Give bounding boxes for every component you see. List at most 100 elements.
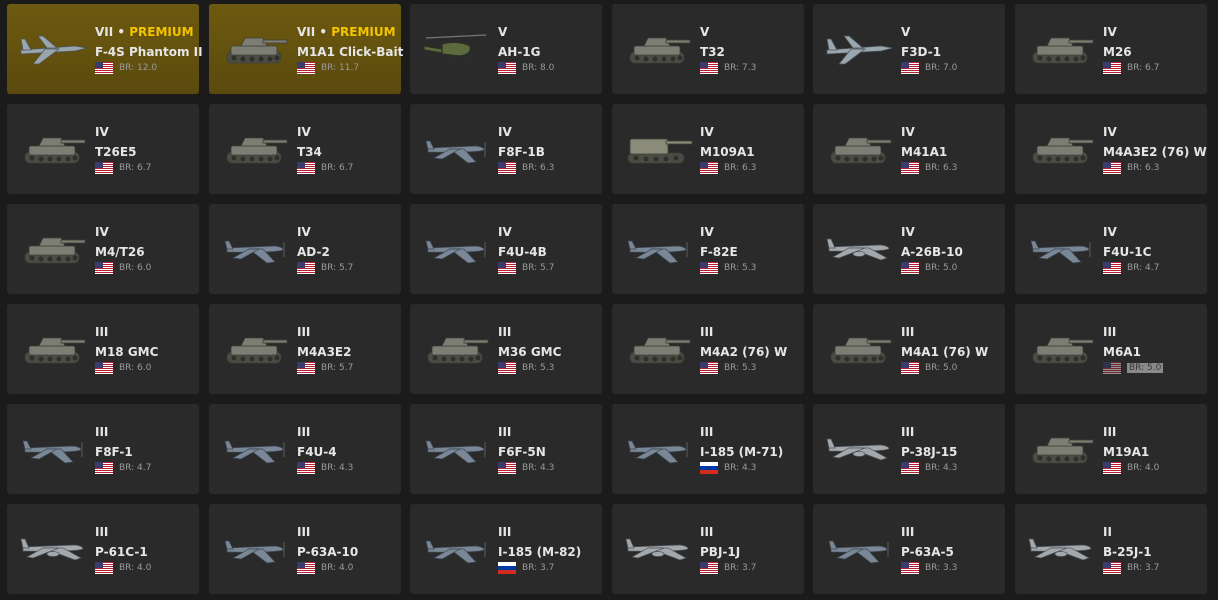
battle-rating: BR: 7.0: [925, 63, 958, 73]
vehicle-card[interactable]: IV F4U-1C BR: 4.7: [1015, 204, 1207, 294]
battle-rating: BR: 6.7: [1127, 63, 1160, 73]
vehicle-card[interactable]: IV M41A1 BR: 6.3: [813, 104, 1005, 194]
vehicle-card[interactable]: III M4A3E2 BR: 5.7: [209, 304, 401, 394]
vehicle-card[interactable]: III I-185 (M-82) BR: 3.7: [410, 504, 602, 594]
prop-aircraft-icon: [219, 426, 291, 470]
vehicle-card[interactable]: IV AD-2 BR: 5.7: [209, 204, 401, 294]
vehicle-meta: BR: 6.3: [498, 162, 554, 174]
vehicle-rank: III: [498, 525, 512, 539]
vehicle-meta: BR: 4.3: [700, 462, 756, 474]
vehicle-rank: III: [901, 325, 915, 339]
vehicle-card[interactable]: III M36 GMC BR: 5.3: [410, 304, 602, 394]
vehicle-rank: IV: [95, 225, 109, 239]
vehicle-rank: III: [700, 325, 714, 339]
vehicle-card[interactable]: V F3D-1 BR: 7.0: [813, 4, 1005, 94]
vehicle-card[interactable]: IV M109A1 BR: 6.3: [612, 104, 804, 194]
vehicle-card[interactable]: V T32 BR: 7.3: [612, 4, 804, 94]
battle-rating: BR: 6.3: [724, 163, 757, 173]
vehicle-card[interactable]: III I-185 (M-71) BR: 4.3: [612, 404, 804, 494]
vehicle-card[interactable]: III P-61C-1 BR: 4.0: [7, 504, 199, 594]
battle-rating: BR: 3.7: [1127, 563, 1160, 573]
battle-rating: BR: 5.7: [522, 263, 555, 273]
helicopter-icon: [420, 26, 492, 70]
usa-flag-icon: [1103, 162, 1121, 174]
vehicle-card[interactable]: III F4U-4 BR: 4.3: [209, 404, 401, 494]
vehicle-card[interactable]: IV T26E5 BR: 6.7: [7, 104, 199, 194]
vehicle-card[interactable]: IV T34 BR: 6.7: [209, 104, 401, 194]
vehicle-meta: BR: 4.0: [1103, 462, 1159, 474]
vehicle-rank: V: [700, 25, 710, 39]
tank-icon: [17, 126, 89, 170]
ussr-flag-icon: [700, 462, 718, 474]
prop-aircraft-icon: [622, 226, 694, 270]
prop-aircraft-icon: [823, 526, 895, 570]
vehicle-meta: BR: 8.0: [498, 62, 554, 74]
usa-flag-icon: [297, 462, 315, 474]
vehicle-rank: III: [901, 425, 915, 439]
battle-rating: BR: 3.7: [724, 563, 757, 573]
usa-flag-icon: [901, 262, 919, 274]
vehicle-card[interactable]: VII • PREMIUM F-4S Phantom II BR: 12.0: [7, 4, 203, 94]
vehicle-name: P-63A-5: [901, 545, 954, 559]
vehicle-card[interactable]: III M4A2 (76) W BR: 5.3: [612, 304, 804, 394]
vehicle-card[interactable]: IV M26 BR: 6.7: [1015, 4, 1207, 94]
usa-flag-icon: [1103, 562, 1121, 574]
vehicle-rank: III: [297, 325, 311, 339]
usa-flag-icon: [1103, 62, 1121, 74]
vehicle-meta: BR: 4.0: [297, 562, 353, 574]
vehicle-name: M4A1 (76) W: [901, 345, 989, 359]
tank-icon: [17, 226, 89, 270]
vehicle-card[interactable]: III PBJ-1J BR: 3.7: [612, 504, 804, 594]
usa-flag-icon: [297, 162, 315, 174]
vehicle-card[interactable]: IV F4U-4B BR: 5.7: [410, 204, 602, 294]
usa-flag-icon: [95, 62, 113, 74]
vehicle-meta: BR: 4.0: [95, 562, 151, 574]
vehicle-name: A-26B-10: [901, 245, 963, 259]
bomber-aircraft-icon: [823, 426, 895, 470]
vehicle-card[interactable]: IV M4/T26 BR: 6.0: [7, 204, 199, 294]
prop-aircraft-icon: [1025, 226, 1097, 270]
vehicle-card[interactable]: IV F8F-1B BR: 6.3: [410, 104, 602, 194]
vehicle-name: M4A3E2: [297, 345, 352, 359]
vehicle-rank: III: [95, 525, 109, 539]
vehicle-card[interactable]: III F8F-1 BR: 4.7: [7, 404, 199, 494]
usa-flag-icon: [95, 162, 113, 174]
battle-rating: BR: 7.3: [724, 63, 757, 73]
premium-label: PREMIUM: [129, 25, 194, 39]
vehicle-card[interactable]: III M6A1 BR: 5.0: [1015, 304, 1207, 394]
vehicle-card[interactable]: IV M4A3E2 (76) W BR: 6.3: [1015, 104, 1207, 194]
battle-rating: BR: 4.3: [522, 463, 555, 473]
vehicle-meta: BR: 3.3: [901, 562, 957, 574]
tank-icon: [219, 326, 291, 370]
vehicle-rank: III: [700, 425, 714, 439]
battle-rating: BR: 5.7: [321, 263, 354, 273]
battle-rating: BR: 6.3: [925, 163, 958, 173]
vehicle-rank: III: [700, 525, 714, 539]
vehicle-meta: BR: 5.3: [700, 262, 756, 274]
battle-rating: BR: 5.0: [1127, 363, 1164, 373]
vehicle-rank: III: [297, 525, 311, 539]
usa-flag-icon: [297, 262, 315, 274]
vehicle-card[interactable]: VII • PREMIUM M1A1 Click-Bait BR: 11.7: [209, 4, 403, 94]
vehicle-rank: IV: [901, 125, 915, 139]
vehicle-card[interactable]: III M4A1 (76) W BR: 5.0: [813, 304, 1005, 394]
vehicle-card[interactable]: II B-25J-1 BR: 3.7: [1015, 504, 1207, 594]
prop-aircraft-icon: [420, 226, 492, 270]
vehicle-name: M109A1: [700, 145, 755, 159]
tank-icon: [420, 326, 492, 370]
vehicle-card[interactable]: III F6F-5N BR: 4.3: [410, 404, 602, 494]
vehicle-card[interactable]: III M19A1 BR: 4.0: [1015, 404, 1207, 494]
vehicle-card[interactable]: III P-63A-5 BR: 3.3: [813, 504, 1005, 594]
vehicle-card[interactable]: III P-63A-10 BR: 4.0: [209, 504, 401, 594]
vehicle-meta: BR: 5.0: [901, 262, 957, 274]
battle-rating: BR: 6.7: [321, 163, 354, 173]
prop-aircraft-icon: [622, 426, 694, 470]
tank-icon: [219, 26, 291, 70]
bomber-aircraft-icon: [1025, 526, 1097, 570]
vehicle-card[interactable]: IV F-82E BR: 5.3: [612, 204, 804, 294]
vehicle-card[interactable]: IV A-26B-10 BR: 5.0: [813, 204, 1005, 294]
vehicle-card[interactable]: V AH-1G BR: 8.0: [410, 4, 602, 94]
vehicle-card[interactable]: III M18 GMC BR: 6.0: [7, 304, 199, 394]
vehicle-card[interactable]: III P-38J-15 BR: 4.3: [813, 404, 1005, 494]
usa-flag-icon: [901, 162, 919, 174]
